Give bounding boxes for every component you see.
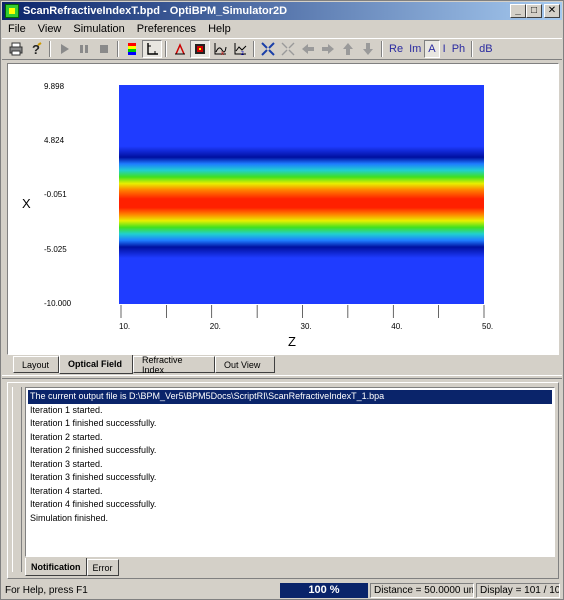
z-cut-plot-icon[interactable]: z (230, 40, 250, 58)
toolbar-separator (49, 41, 51, 57)
amplitude-button[interactable]: A (424, 40, 440, 58)
x-tick-label: 50. (482, 322, 493, 331)
axes-icon[interactable] (142, 40, 162, 58)
log-line[interactable]: Iteration 2 started. (28, 431, 552, 445)
imaginary-part-button[interactable]: Im (406, 40, 424, 58)
log-line[interactable]: Iteration 4 started. (28, 485, 552, 499)
menu-bar: File View Simulation Preferences Help (2, 20, 562, 37)
menu-simulation[interactable]: Simulation (67, 23, 130, 35)
tab-out-view[interactable]: Out View (215, 356, 275, 373)
notification-log[interactable]: The current output file is D:\BPM_Ver5\B… (25, 387, 555, 557)
y-tick-label: -10.000 (44, 299, 72, 308)
contour-map-icon[interactable] (190, 40, 210, 58)
app-window: ScanRefractiveIndexT.bpd - OptiBPM_Simul… (0, 0, 564, 600)
log-line[interactable]: Iteration 1 started. (28, 404, 552, 418)
menu-view[interactable]: View (32, 23, 68, 35)
intensity-button[interactable]: I (440, 40, 449, 58)
arrow-right-icon[interactable] (318, 40, 338, 58)
window-title: ScanRefractiveIndexT.bpd - OptiBPM_Simul… (23, 5, 288, 17)
menu-help[interactable]: Help (202, 23, 237, 35)
pause-icon[interactable] (74, 40, 94, 58)
marker-icon[interactable] (170, 40, 190, 58)
toolbar-separator (381, 41, 383, 57)
zoom-out-icon[interactable] (278, 40, 298, 58)
status-distance: Distance = 50.0000 um (370, 582, 474, 598)
zoom-in-icon[interactable] (258, 40, 278, 58)
log-line[interactable]: Iteration 3 started. (28, 458, 552, 472)
panel-grip[interactable] (12, 387, 22, 572)
toolbar-separator (471, 41, 474, 57)
optical-field-plot[interactable]: 9.898 4.824 -0.051 -5.025 -10.000 10. 20. 30. 4… (8, 64, 558, 354)
svg-text:z: z (241, 51, 244, 56)
log-line[interactable]: Iteration 4 finished successfully. (28, 498, 552, 512)
x-tick-label: 40. (391, 322, 402, 331)
view-tabs: Layout Optical Field Refractive Index Ou… (13, 355, 275, 375)
x-tick-label: 20. (210, 322, 221, 331)
arrow-left-icon[interactable] (298, 40, 318, 58)
minimize-button[interactable]: _ (510, 4, 526, 18)
y-axis-label: X (22, 196, 31, 211)
log-line[interactable]: Iteration 2 finished successfully. (28, 444, 552, 458)
progress-indicator: 100 % (280, 582, 368, 598)
y-tick-label: 4.824 (44, 136, 65, 145)
toolbar: ? x z Re Im A I Ph dB (2, 38, 562, 60)
menu-preferences[interactable]: Preferences (131, 23, 202, 35)
tab-optical-field[interactable]: Optical Field (59, 355, 133, 374)
maximize-button[interactable]: □ (526, 4, 542, 18)
log-line[interactable]: Iteration 3 finished successfully. (28, 471, 552, 485)
close-button[interactable]: ✕ (544, 4, 560, 18)
status-display: Display = 101 / 101 (476, 582, 560, 598)
x-tick-label: 30. (301, 322, 312, 331)
arrow-down-icon[interactable] (358, 40, 378, 58)
app-icon (5, 4, 19, 18)
toolbar-separator (253, 41, 255, 57)
tab-refractive-index[interactable]: Refractive Index (133, 355, 215, 375)
field-intensity-map (119, 85, 484, 304)
print-icon[interactable] (6, 40, 26, 58)
output-panel: The current output file is D:\BPM_Ver5\B… (7, 382, 559, 579)
output-tabs: Notification Error (25, 558, 119, 576)
x-cut-plot-icon[interactable]: x (210, 40, 230, 58)
y-tick-label: 9.898 (44, 82, 65, 91)
x-axis-label: Z (288, 334, 296, 349)
log-line[interactable]: The current output file is D:\BPM_Ver5\B… (28, 390, 552, 404)
log-line[interactable]: Iteration 1 finished successfully. (28, 417, 552, 431)
run-icon[interactable] (54, 40, 74, 58)
optical-field-plot-panel: 9.898 4.824 -0.051 -5.025 -10.000 10. 20. 30. 4… (7, 63, 559, 355)
status-bar: For Help, press F1 100 % Distance = 50.0… (2, 581, 562, 599)
help-icon[interactable]: ? (26, 40, 46, 58)
color-palette-icon[interactable] (122, 40, 142, 58)
decibel-button[interactable]: dB (476, 40, 495, 58)
pane-splitter[interactable] (2, 375, 562, 379)
x-tick-label: 10. (119, 322, 130, 331)
tab-notification[interactable]: Notification (25, 558, 87, 576)
stop-icon[interactable] (94, 40, 114, 58)
status-help-text: For Help, press F1 (5, 584, 88, 596)
tab-error[interactable]: Error (86, 559, 119, 576)
menu-file[interactable]: File (2, 23, 32, 35)
log-line[interactable]: Simulation finished. (28, 512, 552, 526)
y-tick-label: -0.051 (44, 190, 67, 199)
tab-layout[interactable]: Layout (13, 356, 59, 373)
svg-text:x: x (221, 51, 224, 56)
toolbar-separator (165, 41, 167, 57)
phase-button[interactable]: Ph (449, 40, 468, 58)
toolbar-separator (117, 41, 119, 57)
y-tick-label: -5.025 (44, 245, 67, 254)
real-part-button[interactable]: Re (386, 40, 406, 58)
arrow-up-icon[interactable] (338, 40, 358, 58)
title-bar[interactable]: ScanRefractiveIndexT.bpd - OptiBPM_Simul… (2, 2, 562, 20)
